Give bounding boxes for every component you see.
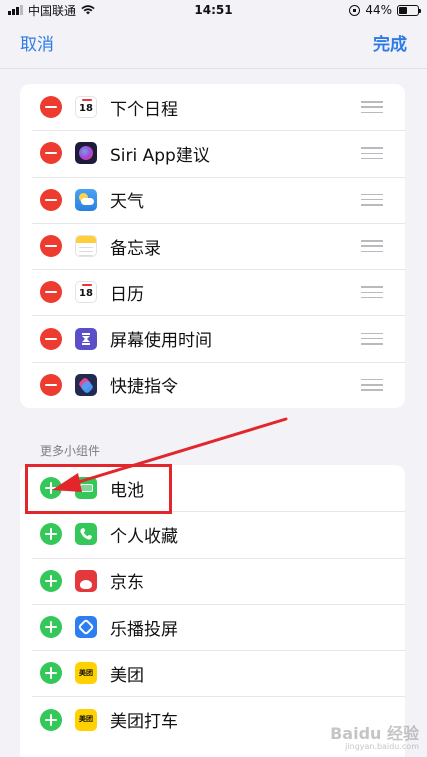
add-button[interactable] [40, 569, 62, 592]
widget-label: 美团 [110, 665, 144, 686]
add-button[interactable] [40, 477, 62, 500]
widget-label: 美团打车 [110, 712, 178, 733]
watermark-sub: jingyan.baidu.com [345, 741, 419, 751]
more-widgets-list: 电池 个人收藏 京东 乐播投屏 美团 美团 美团 美团打车 [20, 465, 405, 757]
nav-divider [0, 68, 427, 69]
cellular-signal-icon [8, 5, 23, 15]
status-time: 14:51 [194, 3, 233, 17]
widget-label: 个人收藏 [110, 526, 178, 547]
reorder-handle-icon[interactable] [361, 286, 383, 299]
shortcuts-icon [75, 373, 97, 396]
remove-button[interactable] [40, 235, 62, 258]
widget-label: 备忘录 [110, 238, 161, 259]
reorder-handle-icon[interactable] [361, 101, 383, 114]
remove-button[interactable] [40, 373, 62, 396]
more-widget-row: 京东 [20, 557, 405, 604]
remove-button[interactable] [40, 281, 62, 304]
nav-bar: 取消 完成 [0, 24, 427, 60]
wifi-icon [81, 5, 95, 15]
carrier-name: 中国联通 [28, 3, 77, 18]
battery-icon [75, 477, 97, 500]
widget-label: 快捷指令 [110, 377, 178, 398]
remove-button[interactable] [40, 327, 62, 350]
widget-row: 备忘录 [20, 222, 405, 269]
more-widget-row: 美团 美团 [20, 650, 405, 696]
widget-label: 屏幕使用时间 [110, 331, 212, 352]
widget-row: 18 下个日程 [20, 84, 405, 130]
meituan-icon: 美团 [75, 708, 97, 731]
remove-button[interactable] [40, 96, 62, 119]
widget-row: 屏幕使用时间 [20, 315, 405, 361]
notes-icon [75, 235, 97, 258]
battery-percent: 44% [365, 3, 392, 17]
add-button[interactable] [40, 616, 62, 639]
remove-button[interactable] [40, 142, 62, 165]
widget-label: 京东 [110, 573, 144, 594]
hourglass-icon [75, 327, 97, 350]
widget-label: 日历 [110, 284, 144, 305]
battery-status-icon [397, 4, 421, 16]
calendar-icon-date: 18 [79, 103, 93, 115]
lebo-icon [75, 616, 97, 639]
remove-button[interactable] [40, 188, 62, 211]
reorder-handle-icon[interactable] [361, 378, 383, 391]
widget-label: 乐播投屏 [110, 619, 178, 640]
watermark-main: Baidu 经验 [330, 723, 419, 743]
reorder-handle-icon[interactable] [361, 332, 383, 345]
calendar-icon: 18 [75, 96, 97, 119]
done-button[interactable]: 完成 [373, 30, 407, 55]
watermark-logo: Baidu 经验 jingyan.baidu.com [330, 723, 419, 751]
status-bar: 中国联通 14:51 44% [0, 0, 427, 20]
status-right: 44% [349, 3, 421, 17]
reorder-handle-icon[interactable] [361, 147, 383, 160]
calendar-icon: 18 [75, 281, 97, 304]
widget-row: 天气 [20, 176, 405, 223]
widget-row: Siri App建议 [20, 130, 405, 176]
more-widget-row: 电池 [20, 465, 405, 511]
widget-label: 电池 [110, 480, 144, 501]
active-widgets-list: 18 下个日程 Siri App建议 天气 备忘录 18 日历 屏幕使用时间 快… [20, 84, 405, 408]
widget-label: 下个日程 [110, 99, 178, 120]
cancel-button[interactable]: 取消 [20, 30, 54, 55]
siri-icon [75, 142, 97, 165]
orientation-lock-icon [349, 4, 361, 16]
widget-label: Siri App建议 [110, 145, 210, 166]
calendar-icon-date: 18 [79, 288, 93, 300]
meituan-icon-text: 美团 [79, 668, 93, 677]
reorder-handle-icon[interactable] [361, 240, 383, 253]
phone-icon [75, 523, 97, 546]
more-widget-row: 个人收藏 [20, 511, 405, 557]
widget-row: 18 日历 [20, 269, 405, 315]
meituan-icon: 美团 [75, 662, 97, 685]
widget-label: 天气 [110, 192, 144, 213]
jd-icon [75, 569, 97, 592]
section-header: 更多小组件 [40, 444, 101, 458]
add-button[interactable] [40, 708, 62, 731]
status-left: 中国联通 [8, 2, 95, 19]
meituan-icon-text: 美团 [79, 715, 93, 724]
widget-row: 快捷指令 [20, 361, 405, 408]
more-widget-row: 乐播投屏 [20, 603, 405, 650]
weather-icon [75, 188, 97, 211]
add-button[interactable] [40, 523, 62, 546]
add-button[interactable] [40, 662, 62, 685]
reorder-handle-icon[interactable] [361, 193, 383, 206]
